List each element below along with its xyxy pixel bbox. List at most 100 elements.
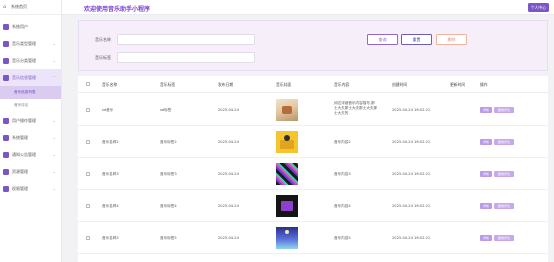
- music-tag-input[interactable]: [117, 52, 255, 63]
- cover-image: [276, 227, 298, 249]
- sidebar-item-label: 用户操作管理: [12, 117, 36, 123]
- submenu-item-music-list[interactable]: 音乐信息列表: [0, 86, 61, 99]
- detail-button[interactable]: 详情: [480, 107, 492, 113]
- sidebar-item-users[interactable]: 系统用户: [0, 18, 61, 35]
- cell-content: 音乐内容5: [334, 236, 351, 240]
- table-row[interactable]: 音乐名称3 音乐标签3 2025-04-24 音乐内容3 2025-04-24 …: [78, 158, 548, 190]
- box-icon: [3, 168, 9, 175]
- column-header: 操作: [480, 82, 488, 87]
- detail-button[interactable]: 详情: [480, 203, 492, 209]
- sidebar-item-user-actions[interactable]: 用户操作管理 ⌄: [0, 112, 61, 129]
- delete-comment-button[interactable]: 删除评论: [494, 203, 514, 209]
- table-row[interactable]: sd音乐 sd标签 2025-04-24 阔达详细音乐内容描写,那士大夫那士大夫…: [78, 94, 548, 126]
- sidebar-menu: 系统用户 音乐类型管理 ⌄ 音乐分类管理 ⌄ 音乐信息管理 ⌃ 音乐信息列表 音…: [0, 18, 61, 197]
- cell-date: 2025-04-24: [218, 204, 239, 208]
- sidebar-item-label: 音乐分类管理: [12, 57, 36, 63]
- sidebar-item-music-type[interactable]: 音乐类型管理 ⌄: [0, 35, 61, 52]
- sidebar-item-system[interactable]: 系统管理 ⌄: [0, 129, 61, 146]
- name-label: 音乐名称: [95, 37, 111, 42]
- column-header[interactable]: 音乐内容: [334, 82, 349, 88]
- column-header[interactable]: 发布日期: [218, 82, 233, 88]
- delete-comment-button[interactable]: 删除评论: [494, 235, 514, 241]
- detail-button[interactable]: 详情: [480, 235, 492, 241]
- delete-comment-button[interactable]: 删除评论: [494, 107, 514, 113]
- tag-label: 音乐标签: [95, 55, 111, 60]
- sidebar-item-label: 通知公告管理: [12, 151, 36, 157]
- bell-icon: [3, 151, 9, 158]
- chevron-down-icon: ⌄: [52, 152, 56, 157]
- chevron-down-icon: ⌄: [52, 135, 56, 140]
- select-all-checkbox[interactable]: [86, 82, 90, 86]
- sidebar-item-permissions[interactable]: 权限管理 ⌄: [0, 180, 61, 197]
- cell-tag: 音乐标签5: [160, 236, 177, 240]
- search-button[interactable]: 查询: [367, 34, 398, 45]
- top-header: 欢迎使用音乐助手小程序 个人中心: [62, 0, 554, 15]
- cell-name: 音乐名称5: [102, 236, 119, 240]
- submenu-item-music-comments[interactable]: 音乐评论: [0, 99, 61, 112]
- row-checkbox[interactable]: [86, 140, 90, 144]
- column-header[interactable]: 音乐封面: [276, 82, 291, 88]
- cell-tag: 音乐标签4: [160, 204, 177, 208]
- cell-created: 2025-04-24 16:02:21: [392, 236, 431, 240]
- sidebar-item-notices[interactable]: 通知公告管理 ⌄: [0, 146, 61, 163]
- cell-name: sd音乐: [102, 108, 114, 112]
- delete-button[interactable]: 删除: [436, 34, 467, 45]
- main-content: 音乐名称 音乐标签 查询 重置 删除 音乐名称 音乐标签 发布日期 音乐封面 音…: [78, 18, 548, 262]
- table-row[interactable]: 音乐名称2 音乐标签2 2025-04-24 音乐内容2 2025-04-24 …: [78, 126, 548, 158]
- cell-content: 音乐内容2: [334, 140, 351, 144]
- sidebar-brand-label: 系统首页: [11, 4, 27, 9]
- cell-tag: 音乐标签3: [160, 172, 177, 176]
- row-checkbox[interactable]: [86, 172, 90, 176]
- list-icon: [3, 117, 9, 124]
- row-checkbox[interactable]: [86, 236, 90, 240]
- delete-comment-button[interactable]: 删除评论: [494, 171, 514, 177]
- delete-comment-button[interactable]: 删除评论: [494, 139, 514, 145]
- cell-name: 音乐名称2: [102, 140, 119, 144]
- music-name-input[interactable]: [117, 34, 255, 45]
- cell-created: 2025-04-24 16:02:21: [392, 140, 431, 144]
- column-header[interactable]: 音乐标签: [160, 82, 175, 88]
- sidebar-item-label: 权限管理: [12, 185, 28, 191]
- cell-name: 音乐名称4: [102, 204, 119, 208]
- folder-icon: [3, 57, 9, 64]
- row-checkbox[interactable]: [86, 108, 90, 112]
- detail-button[interactable]: 详情: [480, 139, 492, 145]
- column-header[interactable]: 音乐名称: [102, 82, 117, 88]
- sidebar-brand[interactable]: ⌂ 系统首页: [0, 0, 61, 15]
- cell-created: 2025-04-24 16:02:21: [392, 172, 431, 176]
- table-header: 音乐名称 音乐标签 发布日期 音乐封面 音乐内容 创建时间 更新时间 操作: [78, 76, 548, 93]
- column-header[interactable]: 更新时间: [450, 82, 465, 88]
- sidebar-item-music-category[interactable]: 音乐分类管理 ⌄: [0, 52, 61, 69]
- chevron-down-icon: ⌄: [52, 58, 56, 63]
- cover-image: [276, 99, 298, 121]
- column-header[interactable]: 创建时间: [392, 82, 407, 88]
- table-row[interactable]: 音乐名称5 音乐标签5 2025-04-24 音乐内容5 2025-04-24 …: [78, 222, 548, 254]
- cell-tag: 音乐标签2: [160, 140, 177, 144]
- sidebar-item-label: 音乐类型管理: [12, 40, 36, 46]
- sidebar-item-resources[interactable]: 资源管理 ⌄: [0, 163, 61, 180]
- reset-button[interactable]: 重置: [401, 34, 432, 45]
- music-table: 音乐名称 音乐标签 发布日期 音乐封面 音乐内容 创建时间 更新时间 操作 sd…: [78, 76, 548, 262]
- music-icon: [3, 74, 9, 81]
- chevron-down-icon: ⌄: [52, 169, 56, 174]
- sidebar-item-label: 系统管理: [12, 134, 28, 140]
- cell-date: 2025-04-24: [218, 236, 239, 240]
- sidebar-item-label: 音乐信息管理: [12, 74, 36, 80]
- cell-date: 2025-04-24: [218, 108, 239, 112]
- cell-created: 2025-04-24 16:02:21: [392, 204, 431, 208]
- cell-content: 阔达详细音乐内容描写,那士大夫那士大夫那士大夫那士大夫的: [334, 101, 378, 115]
- sidebar-item-music-info[interactable]: 音乐信息管理 ⌃: [0, 69, 61, 86]
- page-title: 欢迎使用音乐助手小程序: [84, 6, 151, 13]
- table-row[interactable]: 音乐名称4 音乐标签4 2025-04-24 音乐内容4 2025-04-24 …: [78, 190, 548, 222]
- submenu-item-label: 音乐信息列表: [14, 90, 36, 94]
- cover-image: [276, 163, 298, 185]
- user-center-button[interactable]: 个人中心: [527, 3, 549, 12]
- detail-button[interactable]: 详情: [480, 171, 492, 177]
- cell-content: 音乐内容4: [334, 204, 351, 208]
- sidebar-item-label: 系统用户: [12, 23, 28, 29]
- cell-name: 音乐名称3: [102, 172, 119, 176]
- user-icon: [3, 23, 9, 30]
- cell-date: 2025-04-24: [218, 172, 239, 176]
- row-checkbox[interactable]: [86, 204, 90, 208]
- gear-icon: [3, 134, 9, 141]
